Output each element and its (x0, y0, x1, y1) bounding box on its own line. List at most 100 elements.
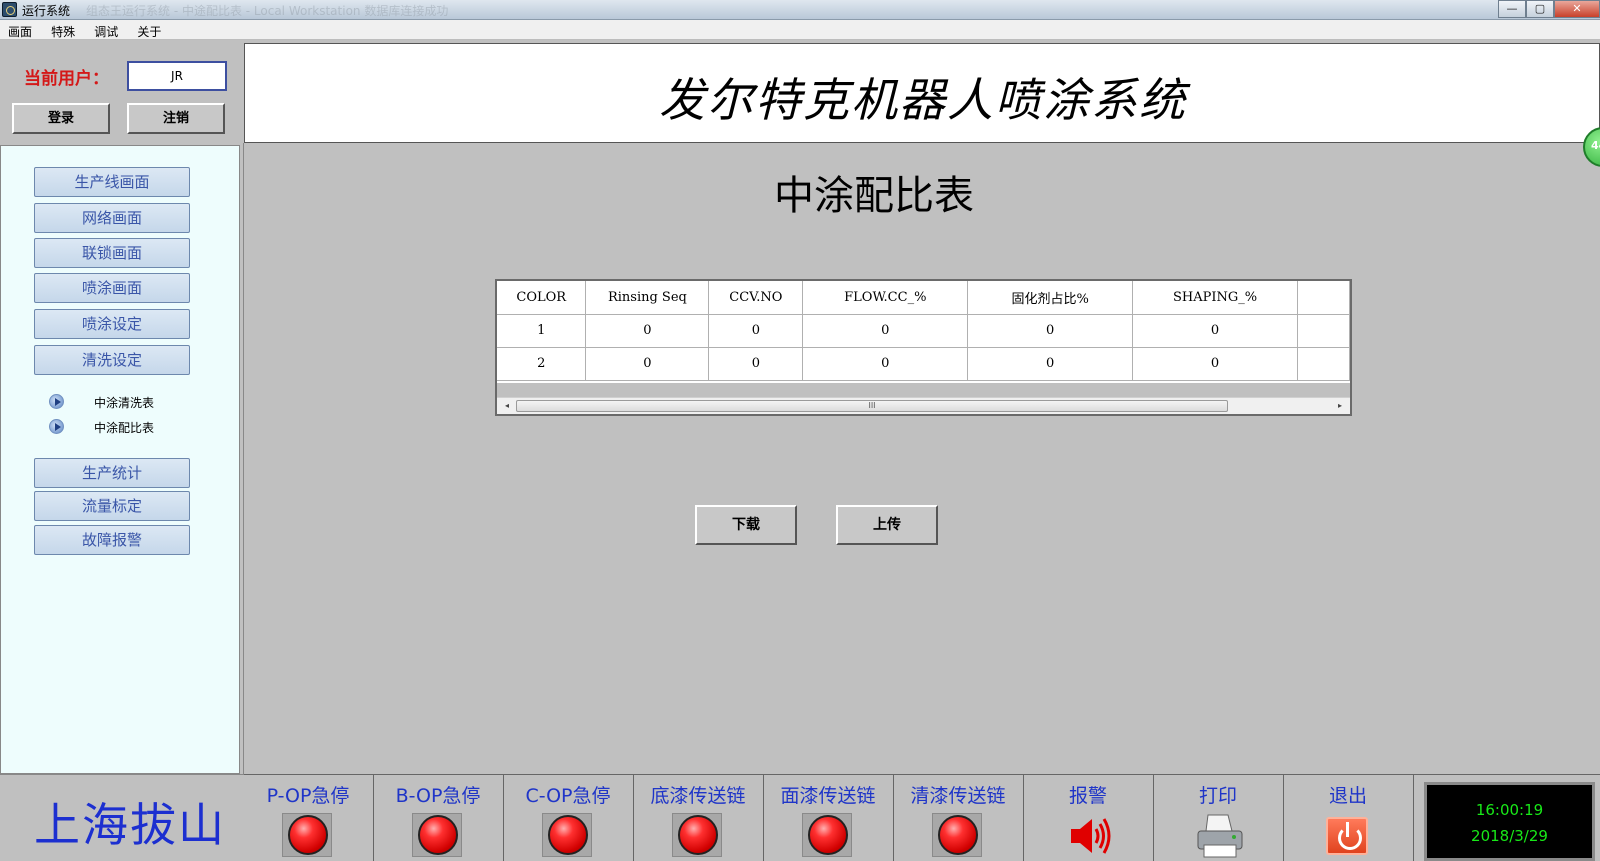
lamp-frame (412, 813, 462, 857)
table-row[interactable]: 2 0 0 0 0 0 (497, 347, 1350, 381)
left-navigation: 生产线画面 网络画面 联锁画面 喷涂画面 喷涂设定 清洗设定 中涂清洗表 中涂配… (0, 145, 240, 774)
maximize-button[interactable]: ▢ (1526, 0, 1554, 18)
current-user-field: JR (127, 61, 227, 91)
ratio-grid: COLOR Rinsing Seq CCV.NO FLOW.CC_% 固化剂占比… (497, 281, 1350, 381)
scroll-right-icon[interactable]: ▸ (1332, 400, 1348, 412)
alarm-label: 报警 (1068, 785, 1107, 807)
nav-production-line[interactable]: 生产线画面 (34, 167, 190, 197)
system-title: 发尔特克机器人喷涂系统 (659, 73, 1187, 127)
print-label: 打印 (1198, 785, 1237, 807)
table-cell[interactable]: 0 (585, 347, 710, 381)
exit-button[interactable]: 退出 (1284, 775, 1414, 861)
alarm-button[interactable]: 报警 (1024, 775, 1154, 861)
table-cell[interactable]: 0 (708, 314, 804, 348)
nav-interlock[interactable]: 联锁画面 (34, 238, 190, 268)
horizontal-scrollbar[interactable]: ◂ III ▸ (497, 397, 1350, 414)
window-controls: — ▢ ✕ (1498, 0, 1600, 19)
download-button[interactable]: 下载 (695, 505, 797, 545)
col-shaping: SHAPING_% (1132, 281, 1298, 315)
lamp-frame (802, 813, 852, 857)
bottom-control-bar: P-OP急停 B-OP急停 C-OP急停 底漆传送链 面漆传送链 清漆传送链 报… (244, 774, 1600, 861)
b-op-estop-label: B-OP急停 (395, 785, 481, 807)
table-cell[interactable] (1297, 314, 1350, 348)
printer-icon (1197, 814, 1243, 858)
nav-fault-alarm[interactable]: 故障报警 (34, 525, 190, 555)
scrollbar-thumb[interactable]: III (516, 400, 1228, 412)
play-icon (49, 419, 64, 434)
nav-spray-settings[interactable]: 喷涂设定 (34, 309, 190, 339)
scroll-left-icon[interactable]: ◂ (499, 400, 515, 412)
lamp-frame (672, 813, 722, 857)
red-lamp-icon (678, 815, 718, 855)
logout-button[interactable]: 注销 (127, 103, 225, 134)
app-icon (2, 2, 17, 17)
table-cell[interactable]: 0 (1132, 314, 1298, 348)
col-flow-cc: FLOW.CC_% (802, 281, 969, 315)
floating-badge-count: 44 (1591, 139, 1600, 152)
menu-item-screen[interactable]: 画面 (8, 20, 32, 40)
table-header-row: COLOR Rinsing Seq CCV.NO FLOW.CC_% 固化剂占比… (497, 281, 1350, 315)
menu-item-debug[interactable]: 调试 (94, 20, 118, 40)
table-cell[interactable]: 2 (497, 347, 587, 381)
table-cell[interactable]: 0 (585, 314, 710, 348)
nav-clean-settings[interactable]: 清洗设定 (34, 345, 190, 375)
clock-display: 16:00:19 2018/3/29 (1424, 782, 1595, 861)
window-title: 运行系统 (22, 4, 71, 18)
col-ccv-no: CCV.NO (708, 281, 804, 315)
nav-production-stats[interactable]: 生产统计 (34, 458, 190, 488)
title-bar: 运行系统 组态王运行系统 - 中途配比表 - Local Workstation… (0, 0, 1600, 20)
upload-button[interactable]: 上传 (836, 505, 938, 545)
close-button[interactable]: ✕ (1554, 0, 1600, 18)
menu-item-about[interactable]: 关于 (137, 20, 161, 40)
company-logo: 上海拔山 (34, 798, 226, 852)
primer-conveyor[interactable]: 底漆传送链 (634, 775, 764, 861)
sub-item-label: 中涂配比表 (94, 421, 155, 435)
table-row[interactable]: 1 0 0 0 0 0 (497, 314, 1350, 348)
p-op-estop-label: P-OP急停 (266, 785, 350, 807)
table-cell[interactable]: 0 (967, 314, 1134, 348)
nav-spray[interactable]: 喷涂画面 (34, 273, 190, 303)
col-hardener-ratio: 固化剂占比% (967, 281, 1134, 315)
red-lamp-icon (418, 815, 458, 855)
red-lamp-icon (938, 815, 978, 855)
clearcoat-conveyor[interactable]: 清漆传送链 (894, 775, 1024, 861)
power-icon (1326, 817, 1368, 855)
topcoat-conveyor[interactable]: 面漆传送链 (764, 775, 894, 861)
table-empty-area (497, 383, 1350, 397)
red-lamp-icon (548, 815, 588, 855)
ratio-table: COLOR Rinsing Seq CCV.NO FLOW.CC_% 固化剂占比… (495, 279, 1352, 416)
print-button[interactable]: 打印 (1154, 775, 1284, 861)
login-button[interactable]: 登录 (12, 103, 110, 134)
c-op-estop[interactable]: C-OP急停 (504, 775, 634, 861)
minimize-button[interactable]: — (1498, 0, 1526, 18)
p-op-estop[interactable]: P-OP急停 (244, 775, 374, 861)
menu-item-special[interactable]: 特殊 (51, 20, 75, 40)
exit-label: 退出 (1328, 785, 1367, 807)
window-title-overlay: 组态王运行系统 - 中途配比表 - Local Workstation 数据库连… (86, 4, 449, 18)
table-cell[interactable]: 0 (708, 347, 804, 381)
nav-flow-calibration[interactable]: 流量标定 (34, 491, 190, 521)
current-user-label: 当前用户： (24, 69, 109, 89)
table-cell[interactable]: 0 (1132, 347, 1298, 381)
table-cell[interactable]: 0 (802, 314, 969, 348)
topcoat-conveyor-label: 面漆传送链 (780, 785, 876, 807)
primer-conveyor-label: 底漆传送链 (650, 785, 746, 807)
c-op-estop-label: C-OP急停 (525, 785, 611, 807)
sub-item-label: 中涂清洗表 (94, 396, 155, 410)
nav-network[interactable]: 网络画面 (34, 203, 190, 233)
table-cell[interactable]: 0 (967, 347, 1134, 381)
table-cell[interactable]: 1 (497, 314, 587, 348)
b-op-estop[interactable]: B-OP急停 (374, 775, 504, 861)
table-cell[interactable]: 0 (802, 347, 969, 381)
user-panel: 当前用户： JR 登录 注销 (0, 42, 240, 145)
col-color: COLOR (497, 281, 587, 315)
table-cell[interactable] (1297, 347, 1350, 381)
col-rinsing-seq: Rinsing Seq (585, 281, 710, 315)
system-header: 发尔特克机器人喷涂系统 (244, 43, 1600, 143)
play-icon (49, 394, 64, 409)
speaker-icon (1071, 818, 1111, 854)
company-logo-area: 上海拔山 (0, 774, 244, 861)
clearcoat-conveyor-label: 清漆传送链 (910, 785, 1006, 807)
clock-time: 16:00:19 (1475, 801, 1544, 819)
red-lamp-icon (808, 815, 848, 855)
